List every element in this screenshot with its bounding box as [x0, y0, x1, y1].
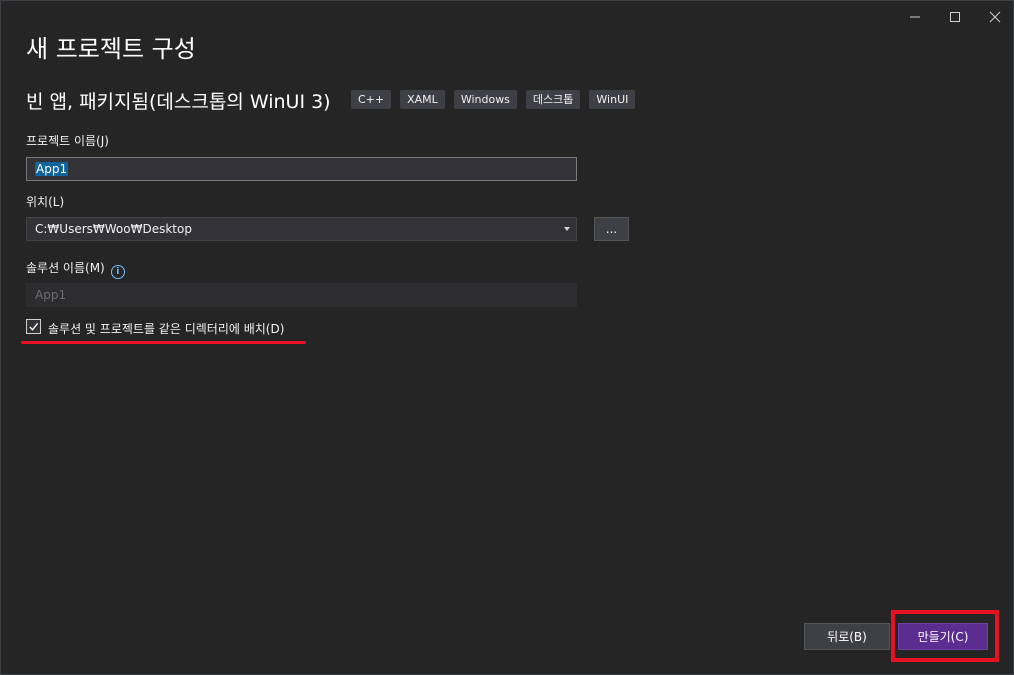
tag-xaml: XAML	[400, 90, 445, 109]
template-tags: C++ XAML Windows 데스크톱 WinUI	[351, 90, 636, 109]
tag-desktop: 데스크톱	[525, 90, 581, 109]
close-icon[interactable]	[983, 5, 1007, 29]
solution-name-input: App1	[26, 283, 577, 307]
project-name-label: 프로젝트 이름(J)	[26, 134, 109, 148]
back-button[interactable]: 뒤로(B)	[804, 623, 890, 650]
browse-button[interactable]: ...	[594, 217, 629, 241]
info-icon[interactable]: i	[110, 265, 125, 279]
tag-windows: Windows	[453, 90, 517, 109]
tag-winui: WinUI	[589, 90, 636, 109]
chevron-down-icon[interactable]	[564, 227, 570, 231]
same-directory-checkbox[interactable]	[26, 319, 41, 334]
location-combobox[interactable]: C:₩Users₩Woo₩Desktop	[26, 217, 577, 241]
location-value: C:₩Users₩Woo₩Desktop	[35, 222, 192, 236]
solution-name-label: 솔루션 이름(M)	[26, 261, 105, 275]
solution-name-label-row: 솔루션 이름(M) i	[26, 259, 125, 279]
dialog-window: 새 프로젝트 구성 빈 앱, 패키지됨(데스크톱의 WinUI 3) C++ X…	[0, 0, 1014, 675]
solution-name-placeholder: App1	[35, 288, 67, 302]
same-directory-checkbox-label[interactable]: 솔루션 및 프로젝트를 같은 디렉터리에 배치(D)	[48, 320, 284, 337]
project-name-input[interactable]: App1	[26, 157, 577, 181]
annotation-highlight-box	[891, 610, 999, 662]
project-name-value: App1	[35, 162, 69, 176]
tag-cpp: C++	[351, 90, 392, 109]
annotation-underline	[21, 341, 306, 344]
checkmark-icon	[29, 322, 39, 331]
maximize-icon[interactable]	[943, 5, 967, 29]
page-title: 새 프로젝트 구성	[26, 35, 196, 63]
location-label: 위치(L)	[26, 195, 65, 209]
template-name: 빈 앱, 패키지됨(데스크톱의 WinUI 3)	[26, 91, 331, 113]
minimize-icon[interactable]	[903, 5, 927, 29]
